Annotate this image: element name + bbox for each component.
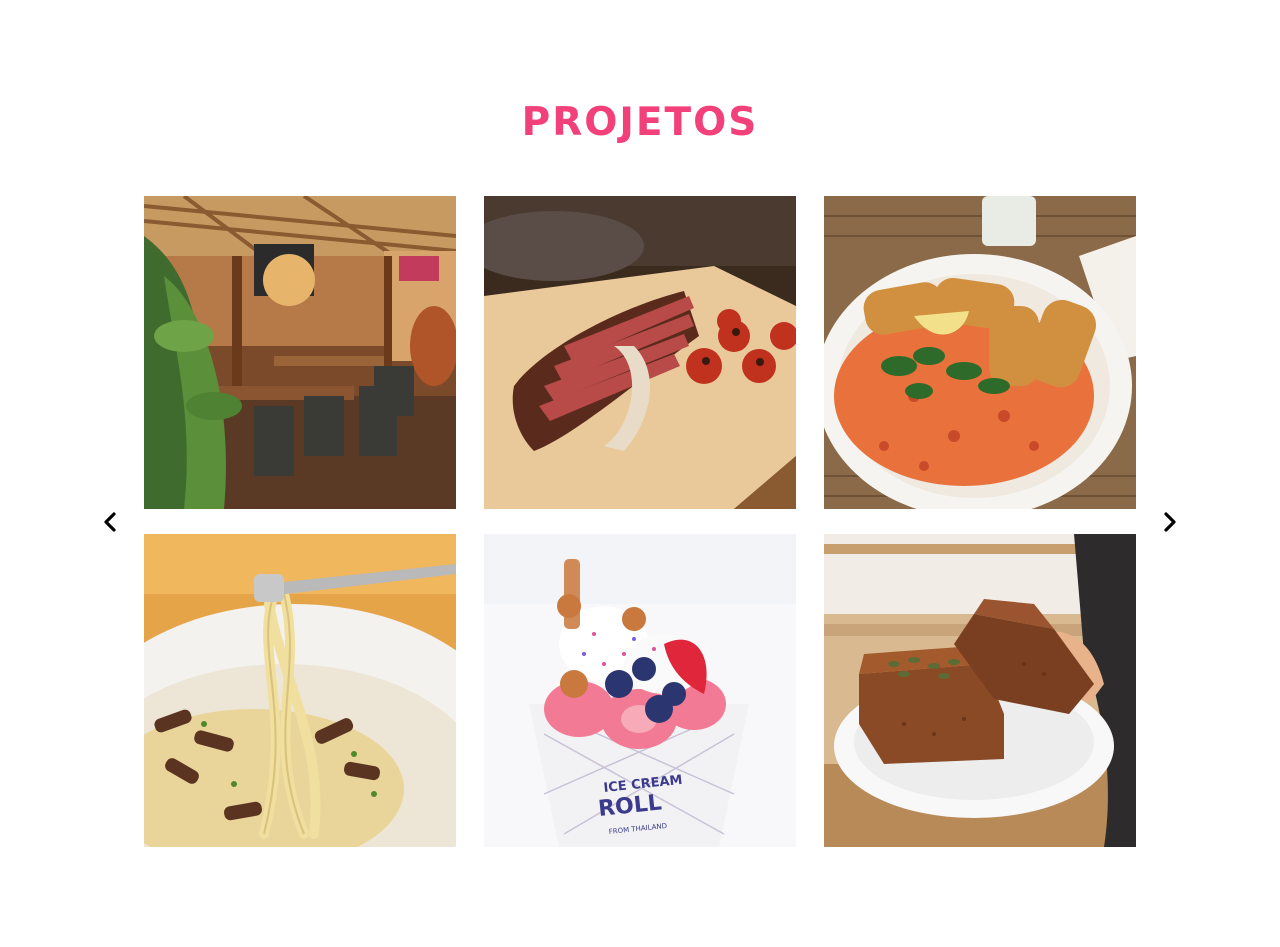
chevron-right-icon <box>1164 512 1176 532</box>
fried-fish-tomato-rice-photo[interactable] <box>824 196 1136 509</box>
section-title: PROJETOS <box>521 100 759 145</box>
brown-bread-loaf-plate-photo[interactable] <box>824 534 1136 847</box>
chevron-left-icon <box>104 512 116 532</box>
ice-cream-roll-cup-photo[interactable]: ICE CREAM ROLL FROM THAILAND <box>484 534 796 847</box>
sliced-steak-tomatoes-photo[interactable] <box>484 196 796 509</box>
carousel-next-button[interactable] <box>1156 508 1184 536</box>
project-gallery: ICE CREAM ROLL FROM THAILAND <box>144 196 1136 847</box>
carousel-prev-button[interactable] <box>96 508 124 536</box>
tagliatelle-mushrooms-photo[interactable] <box>144 534 456 847</box>
restaurant-terrace-photo[interactable] <box>144 196 456 509</box>
